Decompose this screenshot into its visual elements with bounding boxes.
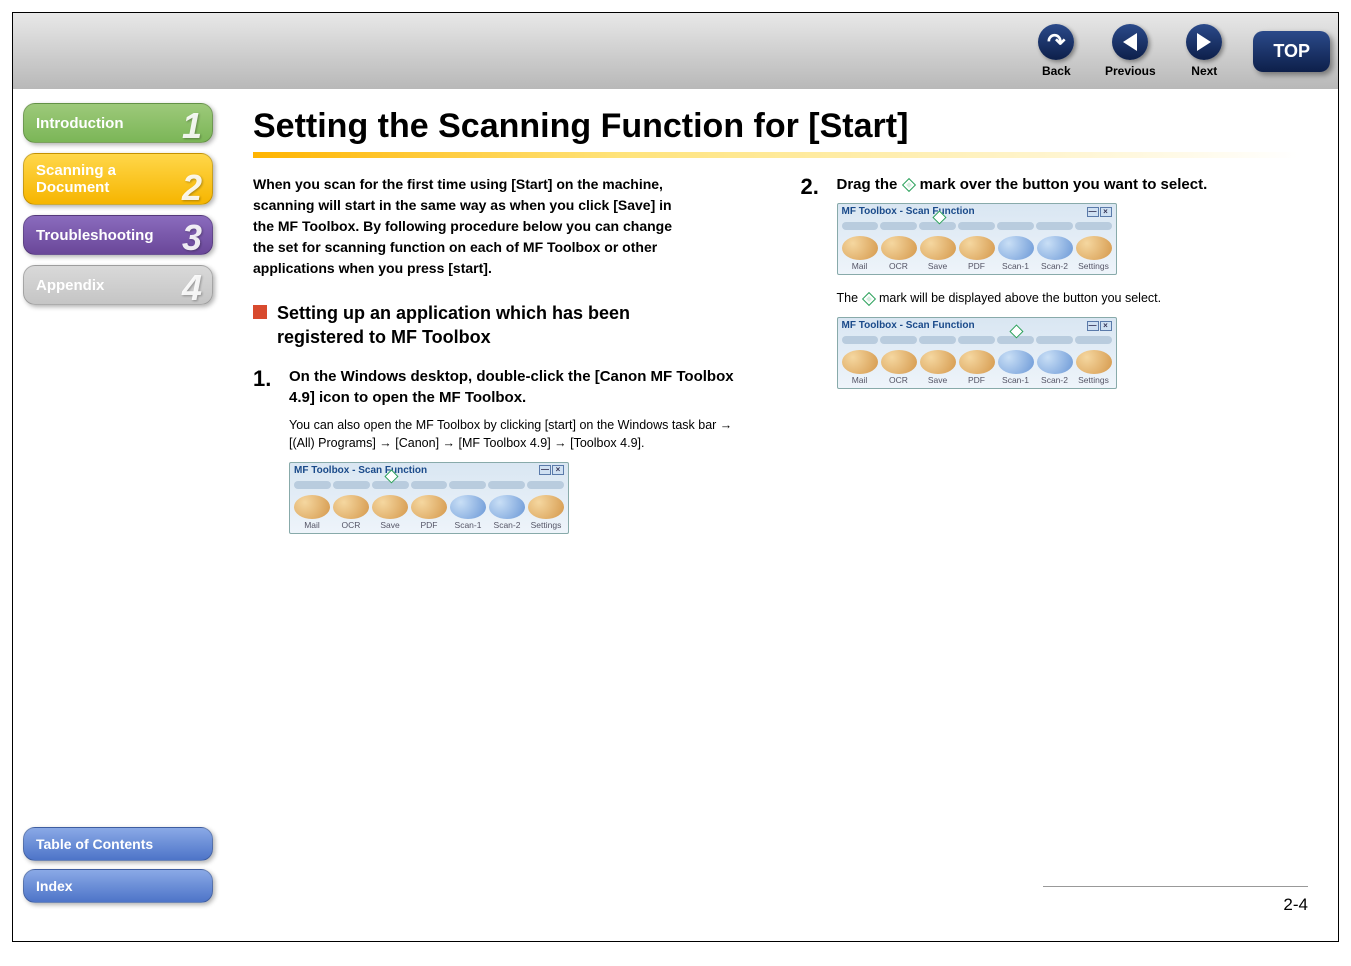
tb-label: PDF bbox=[411, 520, 447, 530]
previous-label: Previous bbox=[1105, 64, 1156, 78]
table-of-contents-button[interactable]: Table of Contents bbox=[23, 827, 213, 861]
sidebar-item-troubleshooting[interactable]: Troubleshooting 3 bbox=[23, 215, 213, 255]
toolbox-image-1: MF Toolbox - Scan Function —× bbox=[289, 462, 569, 534]
tb-label: Settings bbox=[528, 520, 564, 530]
step-2-title: Drag the mark over the button you want t… bbox=[837, 174, 1299, 195]
title-underline bbox=[253, 152, 1298, 158]
top-nav-strip: ↶ Back Previous Next TOP bbox=[13, 13, 1338, 89]
next-icon bbox=[1186, 24, 1222, 60]
back-icon: ↶ bbox=[1038, 24, 1074, 60]
right-column: 2. Drag the mark over the button you wan… bbox=[801, 174, 1299, 558]
index-button[interactable]: Index bbox=[23, 869, 213, 903]
toc-label: Table of Contents bbox=[36, 836, 153, 852]
intro-text: When you scan for the first time using [… bbox=[253, 174, 673, 279]
tb-label: OCR bbox=[333, 520, 369, 530]
sidebar-item-label: Introduction bbox=[36, 115, 123, 132]
step-number: 2. bbox=[801, 174, 827, 403]
toolbox-title: MF Toolbox - Scan Function bbox=[842, 320, 975, 331]
step-1-note: You can also open the MF Toolbox by clic… bbox=[289, 416, 751, 452]
page-number-rule bbox=[1043, 886, 1308, 887]
sidebar-item-number: 4 bbox=[182, 270, 202, 306]
previous-button[interactable]: Previous bbox=[1105, 24, 1155, 78]
tb-label: PDF bbox=[959, 261, 995, 271]
sidebar-item-scanning[interactable]: Scanning a Document 2 bbox=[23, 153, 213, 205]
tb-label: PDF bbox=[959, 375, 995, 385]
toolbox-title: MF Toolbox - Scan Function bbox=[842, 206, 975, 217]
step-number: 1. bbox=[253, 366, 279, 548]
subheading-text: Setting up an application which has been… bbox=[277, 301, 633, 350]
tb-label: Scan-1 bbox=[998, 261, 1034, 271]
sidebar-item-label: Appendix bbox=[36, 277, 104, 294]
tb-label: Mail bbox=[842, 375, 878, 385]
sidebar-item-appendix[interactable]: Appendix 4 bbox=[23, 265, 213, 305]
sidebar-item-introduction[interactable]: Introduction 1 bbox=[23, 103, 213, 143]
sidebar-item-label: Scanning a Document bbox=[36, 162, 116, 197]
tb-label: Mail bbox=[294, 520, 330, 530]
square-bullet-icon bbox=[253, 305, 267, 319]
step-2-note: The mark will be displayed above the but… bbox=[837, 289, 1299, 307]
next-label: Next bbox=[1191, 64, 1217, 78]
page-number: 2-4 bbox=[1283, 895, 1308, 915]
sidebar: Introduction 1 Scanning a Document 2 Tro… bbox=[13, 89, 223, 921]
next-button[interactable]: Next bbox=[1179, 24, 1229, 78]
toolbox-title: MF Toolbox - Scan Function bbox=[294, 465, 427, 476]
tb-label: OCR bbox=[881, 261, 917, 271]
window-controls-icon: —× bbox=[1087, 321, 1112, 331]
diamond-mark-icon bbox=[861, 292, 875, 306]
back-label: Back bbox=[1042, 64, 1071, 78]
tb-label: Save bbox=[920, 261, 956, 271]
tb-label: Scan-1 bbox=[450, 520, 486, 530]
tb-label: Scan-2 bbox=[1037, 375, 1073, 385]
tb-label: Scan-2 bbox=[1037, 261, 1073, 271]
page-title: Setting the Scanning Function for [Start… bbox=[253, 107, 1298, 146]
subheading: Setting up an application which has been… bbox=[253, 301, 633, 350]
tb-label: Save bbox=[372, 520, 408, 530]
toolbox-image-3: MF Toolbox - Scan Function —× bbox=[837, 317, 1117, 389]
tb-label: Scan-1 bbox=[998, 375, 1034, 385]
previous-icon bbox=[1112, 24, 1148, 60]
tb-label: Settings bbox=[1076, 261, 1112, 271]
tb-label: Scan-2 bbox=[489, 520, 525, 530]
step-1: 1. On the Windows desktop, double-click … bbox=[253, 366, 751, 548]
step-1-title: On the Windows desktop, double-click the… bbox=[289, 366, 751, 408]
sidebar-item-number: 3 bbox=[182, 220, 202, 256]
tb-label: Settings bbox=[1076, 375, 1112, 385]
index-label: Index bbox=[36, 878, 73, 894]
content-area: Setting the Scanning Function for [Start… bbox=[223, 89, 1338, 921]
diamond-mark-icon bbox=[901, 178, 915, 192]
sidebar-item-label: Troubleshooting bbox=[36, 227, 154, 244]
tb-label: Save bbox=[920, 375, 956, 385]
sidebar-item-number: 2 bbox=[182, 170, 202, 206]
top-button[interactable]: TOP bbox=[1253, 31, 1330, 72]
window-controls-icon: —× bbox=[1087, 207, 1112, 217]
step-2: 2. Drag the mark over the button you wan… bbox=[801, 174, 1299, 403]
tb-label: OCR bbox=[881, 375, 917, 385]
window-controls-icon: —× bbox=[539, 465, 564, 475]
sidebar-item-number: 1 bbox=[182, 108, 202, 144]
tb-label: Mail bbox=[842, 261, 878, 271]
toolbox-image-2: MF Toolbox - Scan Function —× bbox=[837, 203, 1117, 275]
left-column: When you scan for the first time using [… bbox=[253, 174, 751, 558]
back-button[interactable]: ↶ Back bbox=[1031, 24, 1081, 78]
